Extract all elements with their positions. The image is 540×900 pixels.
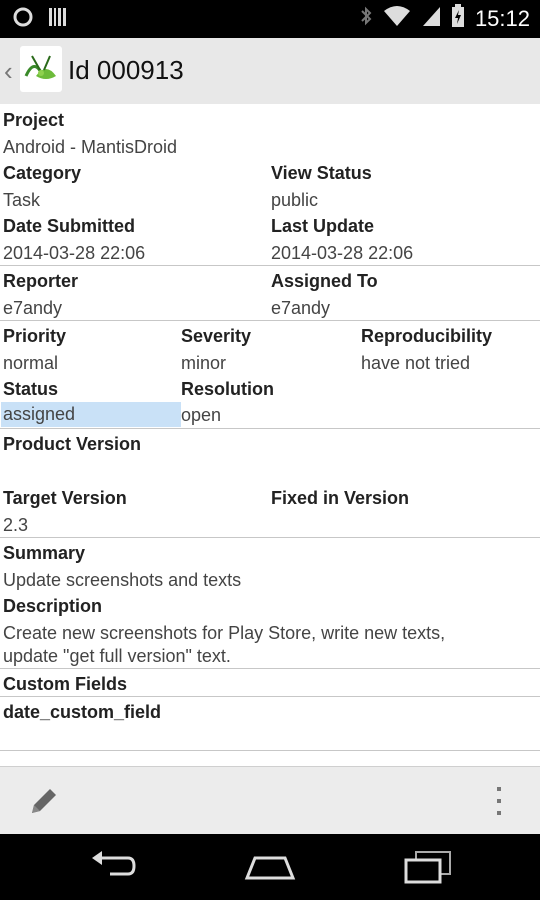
- category-label: Category: [3, 163, 82, 183]
- divider: [0, 668, 540, 669]
- description-line-2: update "get full version" text.: [3, 646, 231, 666]
- divider: [0, 428, 540, 429]
- target-version-value: 2.3: [3, 515, 29, 535]
- back-icon[interactable]: [88, 848, 138, 889]
- status-value[interactable]: assigned: [1, 402, 181, 427]
- page-title: Id 000913: [68, 55, 184, 85]
- issue-details: Project Android - MantisDroid Category V…: [0, 104, 540, 766]
- bottom-toolbar: [0, 766, 540, 835]
- priority-value: normal: [3, 353, 59, 373]
- pencil-icon[interactable]: [24, 781, 64, 826]
- reproducibility-label: Reproducibility: [361, 326, 493, 346]
- view-status-label: View Status: [271, 163, 372, 183]
- severity-value: minor: [181, 353, 227, 373]
- status-bar: 15:12: [0, 0, 540, 38]
- home-icon[interactable]: [243, 848, 297, 889]
- divider: [0, 537, 540, 538]
- action-bar: ‹ Id 000913: [0, 38, 540, 105]
- custom-fields-label: Custom Fields: [3, 674, 128, 694]
- date-submitted-label: Date Submitted: [3, 216, 136, 236]
- date-submitted-value: 2014-03-28 22:06: [3, 243, 146, 263]
- project-value: Android - MantisDroid: [3, 137, 178, 157]
- resolution-label: Resolution: [181, 379, 274, 399]
- last-update-label: Last Update: [271, 216, 375, 236]
- system-nav-bar: [0, 834, 540, 900]
- assigned-to-label: Assigned To: [271, 271, 378, 291]
- bluetooth-icon: [359, 4, 373, 33]
- resolution-value: open: [181, 405, 222, 425]
- priority-label: Priority: [3, 326, 67, 346]
- project-label: Project: [3, 110, 65, 130]
- description-label: Description: [3, 596, 103, 616]
- category-value: Task: [3, 190, 41, 210]
- divider: [0, 696, 540, 697]
- summary-label: Summary: [3, 543, 86, 563]
- recents-icon[interactable]: [402, 848, 456, 889]
- overflow-menu-icon[interactable]: [494, 785, 504, 822]
- up-navigation-icon[interactable]: ‹: [4, 56, 13, 87]
- wifi-icon: [383, 5, 411, 32]
- view-status-value: public: [271, 190, 319, 210]
- summary-value: Update screenshots and texts: [3, 570, 242, 590]
- divider: [0, 320, 540, 321]
- barcode-notification-icon: [48, 6, 68, 33]
- circle-notification-icon: [12, 6, 34, 33]
- severity-label: Severity: [181, 326, 252, 346]
- battery-icon: [451, 4, 465, 33]
- cell-signal-icon: [421, 5, 441, 32]
- status-label: Status: [3, 379, 59, 399]
- product-version-label: Product Version: [3, 434, 142, 454]
- reproducibility-value: have not tried: [361, 353, 471, 373]
- assigned-to-value: e7andy: [271, 298, 331, 318]
- divider: [0, 750, 540, 751]
- target-version-label: Target Version: [3, 488, 127, 508]
- mantis-logo-icon[interactable]: [20, 46, 62, 92]
- clock-time: 15:12: [474, 5, 530, 31]
- reporter-value: e7andy: [3, 298, 63, 318]
- reporter-label: Reporter: [3, 271, 79, 291]
- description-line-1: Create new screenshots for Play Store, w…: [3, 623, 446, 643]
- divider: [0, 265, 540, 266]
- date-custom-field-label: date_custom_field: [3, 702, 162, 722]
- last-update-value: 2014-03-28 22:06: [271, 243, 414, 263]
- fixed-in-version-label: Fixed in Version: [271, 488, 410, 508]
